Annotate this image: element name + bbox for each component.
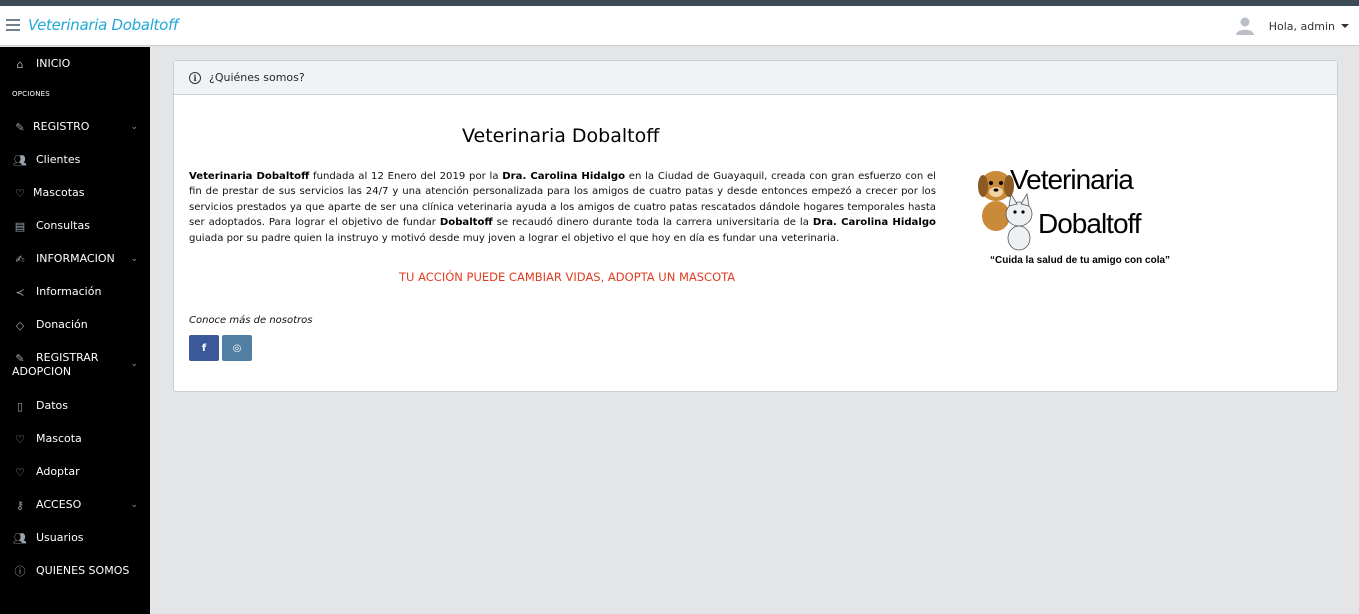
doc-icon: ▯	[16, 399, 24, 413]
heart-icon: ♡	[15, 186, 25, 200]
logo-text: Veterinaria	[1010, 164, 1134, 195]
sidebar-item-label: Clientes	[36, 153, 81, 166]
paragraph-text: se recaudó dinero durante toda la carrer…	[492, 217, 813, 229]
info-icon: ⓘ	[14, 565, 26, 578]
about-paragraph: Veterinaria Dobaltoff fundada al 12 Ener…	[189, 169, 936, 246]
note-icon: ✍	[15, 252, 25, 266]
chevron-down-icon: ⌄	[130, 122, 138, 132]
facebook-icon: f	[201, 342, 207, 354]
sidebar-item-registrar-adopcion[interactable]: ✎ REGISTRAR ADOPCION ⌄	[0, 351, 150, 381]
bold-text: Veterinaria Dobaltoff	[189, 171, 310, 182]
user-avatar-icon	[1235, 17, 1254, 35]
users-icon: 👥︎	[13, 153, 27, 167]
tag-icon: ◇	[15, 318, 25, 332]
sidebar-item-label: Consultas	[36, 219, 90, 232]
chevron-down-icon: ⌄	[130, 500, 138, 510]
sidebar-section-title: OPCIONES	[12, 90, 50, 98]
sidebar-item-label: INICIO	[36, 57, 71, 70]
users-icon: 👥︎	[13, 531, 27, 545]
sidebar-item-label: Usuarios	[36, 531, 84, 544]
sidebar-item-label: Donación	[36, 318, 88, 331]
bold-text: Dra. Carolina Hidalgo	[502, 171, 625, 182]
info-icon: i	[189, 71, 201, 84]
paragraph-text: fundada al 12 Enero del 2019 por la	[309, 171, 503, 182]
sidebar-item-label: Mascota	[36, 432, 82, 445]
about-card: i ¿Quiénes somos? Veterinaria Dobaltoff …	[173, 60, 1338, 392]
heart-icon: ♡	[15, 465, 25, 479]
book-icon: ▤	[14, 219, 26, 233]
instagram-icon: ◎	[232, 342, 242, 354]
paragraph-text: guiada por su padre quien la instruyo y …	[189, 232, 840, 244]
hamburger-menu-icon[interactable]	[6, 19, 20, 31]
sidebar-item-label: REGISTRAR ADOPCION	[12, 351, 99, 378]
chevron-down-icon: ⌄	[130, 254, 138, 264]
logo-tagline: “Cuida la salud de tu amigo con cola”	[990, 255, 1171, 266]
share-icon: ≺	[15, 285, 25, 299]
page-title: Veterinaria Dobaltoff	[462, 125, 660, 147]
bold-text: Dra. Carolina Hidalgo	[812, 217, 936, 229]
key-icon: ⚷	[15, 498, 25, 512]
main-content: i ¿Quiénes somos? Veterinaria Dobaltoff …	[150, 47, 1359, 614]
pencil-icon: ✎	[15, 120, 25, 134]
facebook-button[interactable]: f	[189, 335, 219, 361]
sidebar-item-label: Adoptar	[36, 465, 80, 478]
user-greeting: Hola, admin	[1268, 19, 1335, 33]
logo-text: Dobaltoff	[1038, 208, 1142, 239]
card-header: i ¿Quiénes somos?	[174, 61, 1337, 95]
sidebar-item-label: ACCESO	[36, 498, 82, 511]
sidebar-item-label: QUIENES SOMOS	[36, 564, 130, 577]
top-navbar: Veterinaria Dobaltoff Hola, admin	[0, 6, 1359, 46]
sidebar-item-label: Mascotas	[33, 186, 85, 199]
heart-icon: ♡	[15, 432, 25, 446]
adoption-slogan: TU ACCIÓN PUEDE CAMBIAR VIDAS, ADOPTA UN…	[399, 270, 736, 284]
sidebar-item-label: REGISTRO	[33, 120, 90, 133]
sidebar: ⌂ INICIO OPCIONES ✎ REGISTRO ⌄ 👥︎ Client…	[0, 47, 150, 614]
sidebar-item-label: INFORMACION	[36, 252, 115, 265]
chevron-down-icon: ⌄	[130, 359, 138, 369]
user-menu[interactable]: Hola, admin	[1235, 15, 1349, 37]
card-header-title: ¿Quiénes somos?	[209, 71, 305, 84]
social-heading: Conoce más de nosotros	[189, 315, 313, 326]
veterinaria-logo: Veterinaria Dobaltoff “Cuida la salud de…	[974, 156, 1174, 276]
home-icon: ⌂	[16, 57, 24, 71]
sidebar-item-label: Datos	[36, 399, 68, 412]
sidebar-item-label: Información	[36, 285, 102, 298]
instagram-button[interactable]: ◎	[222, 335, 252, 361]
bold-text: Dobaltoff	[439, 217, 493, 229]
brand-title[interactable]: Veterinaria Dobaltoff	[28, 16, 178, 34]
user-dropdown-caret-icon	[1341, 24, 1349, 28]
